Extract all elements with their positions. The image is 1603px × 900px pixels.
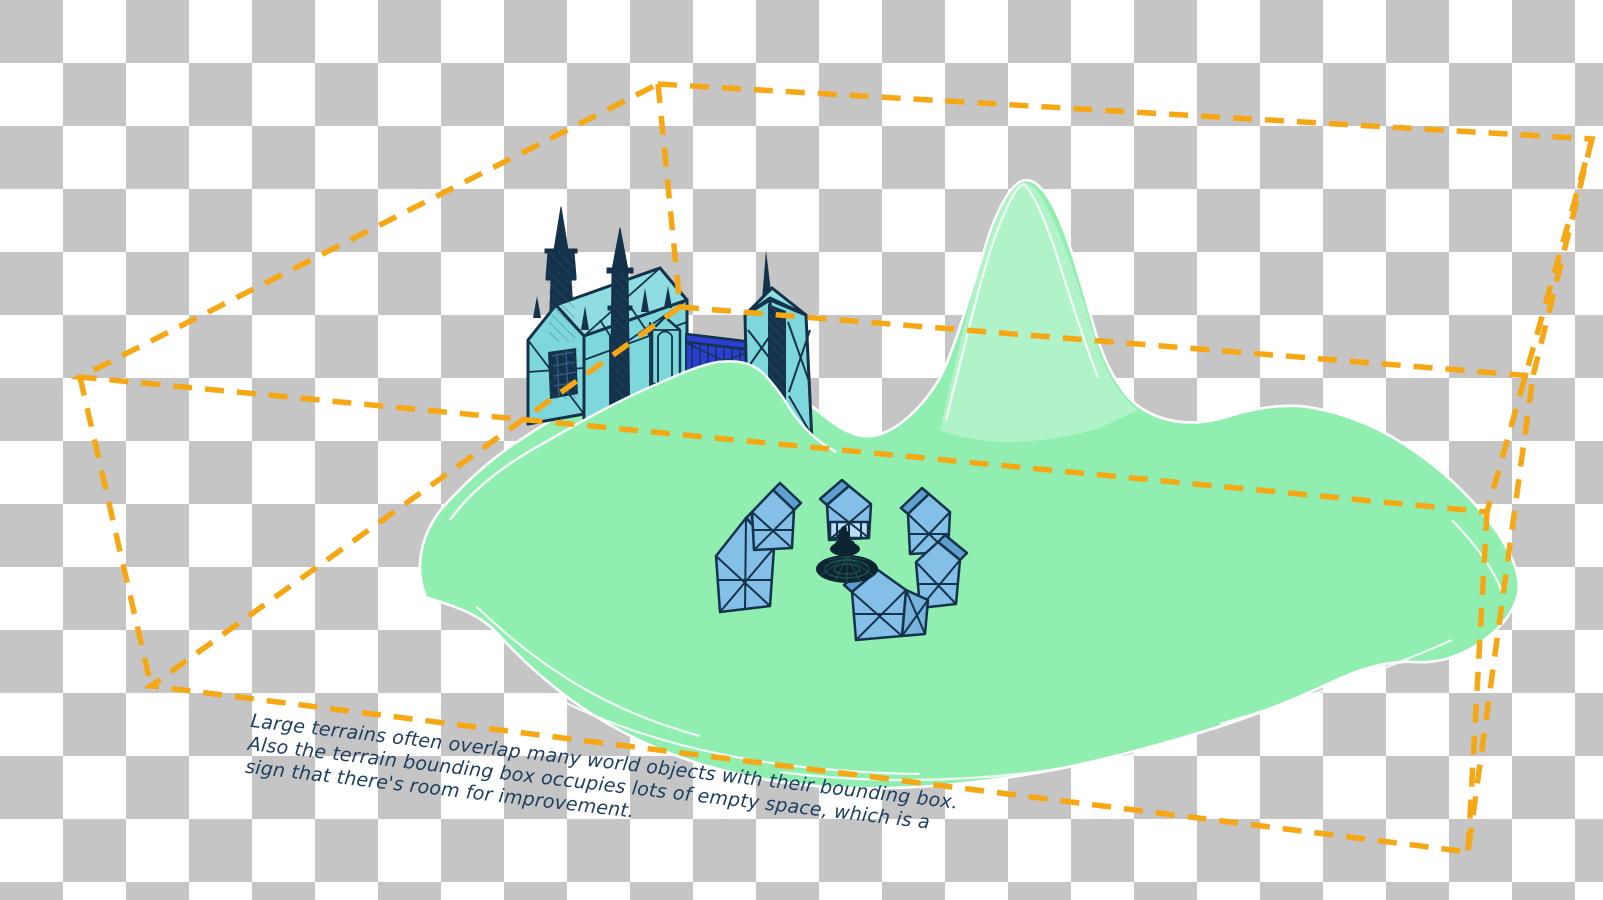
- castle-tower-small: [652, 317, 680, 384]
- transparent-canvas: { "annotation": { "lines": [ "Large terr…: [0, 0, 1603, 900]
- mountain-highlight: [940, 183, 1138, 442]
- illustration-3d-scene: [0, 0, 1603, 900]
